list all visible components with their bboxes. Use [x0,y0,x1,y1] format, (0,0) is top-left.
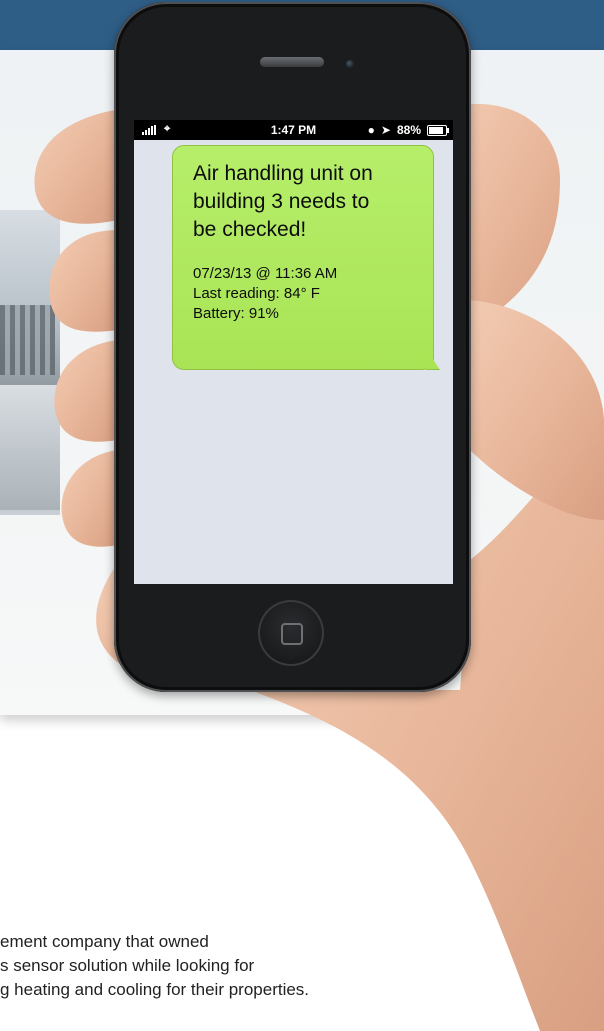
message-timestamp: 07/23/13 @ 11:36 AM [193,265,338,282]
earpiece-speaker [260,57,324,67]
smartphone: ⌖ 1:47 PM ● ➤ 88% Air handling unit on b… [114,2,471,692]
front-camera-icon [346,60,354,68]
message-last-reading: Last reading: 84° F [193,285,320,302]
message-battery: Battery: 91% [193,305,279,322]
home-button[interactable] [258,600,324,666]
status-bar: ⌖ 1:47 PM ● ➤ 88% [134,120,453,140]
message-details: 07/23/13 @ 11:36 AM Last reading: 84° F … [193,264,415,324]
message-title-line: Air handling unit on [193,162,373,185]
message-title-line: be checked! [193,218,307,241]
home-square-icon [281,623,303,645]
battery-percent: 88% [396,123,421,137]
body-line: ement company that owned [0,932,209,951]
sms-message-bubble[interactable]: Air handling unit on building 3 needs to… [172,145,434,370]
message-title-line: building 3 needs to [193,190,370,213]
phone-screen: ⌖ 1:47 PM ● ➤ 88% Air handling unit on b… [134,120,453,584]
battery-icon [427,124,449,136]
location-arrow-icon: ➤ [380,123,391,137]
lock-rotation-icon: ● [367,123,375,137]
body-paragraph: ement company that owned s sensor soluti… [0,930,604,1002]
body-line: g heating and cooling for their properti… [0,980,310,999]
body-line: s sensor solution while looking for [0,956,255,975]
message-title: Air handling unit on building 3 needs to… [193,160,415,244]
